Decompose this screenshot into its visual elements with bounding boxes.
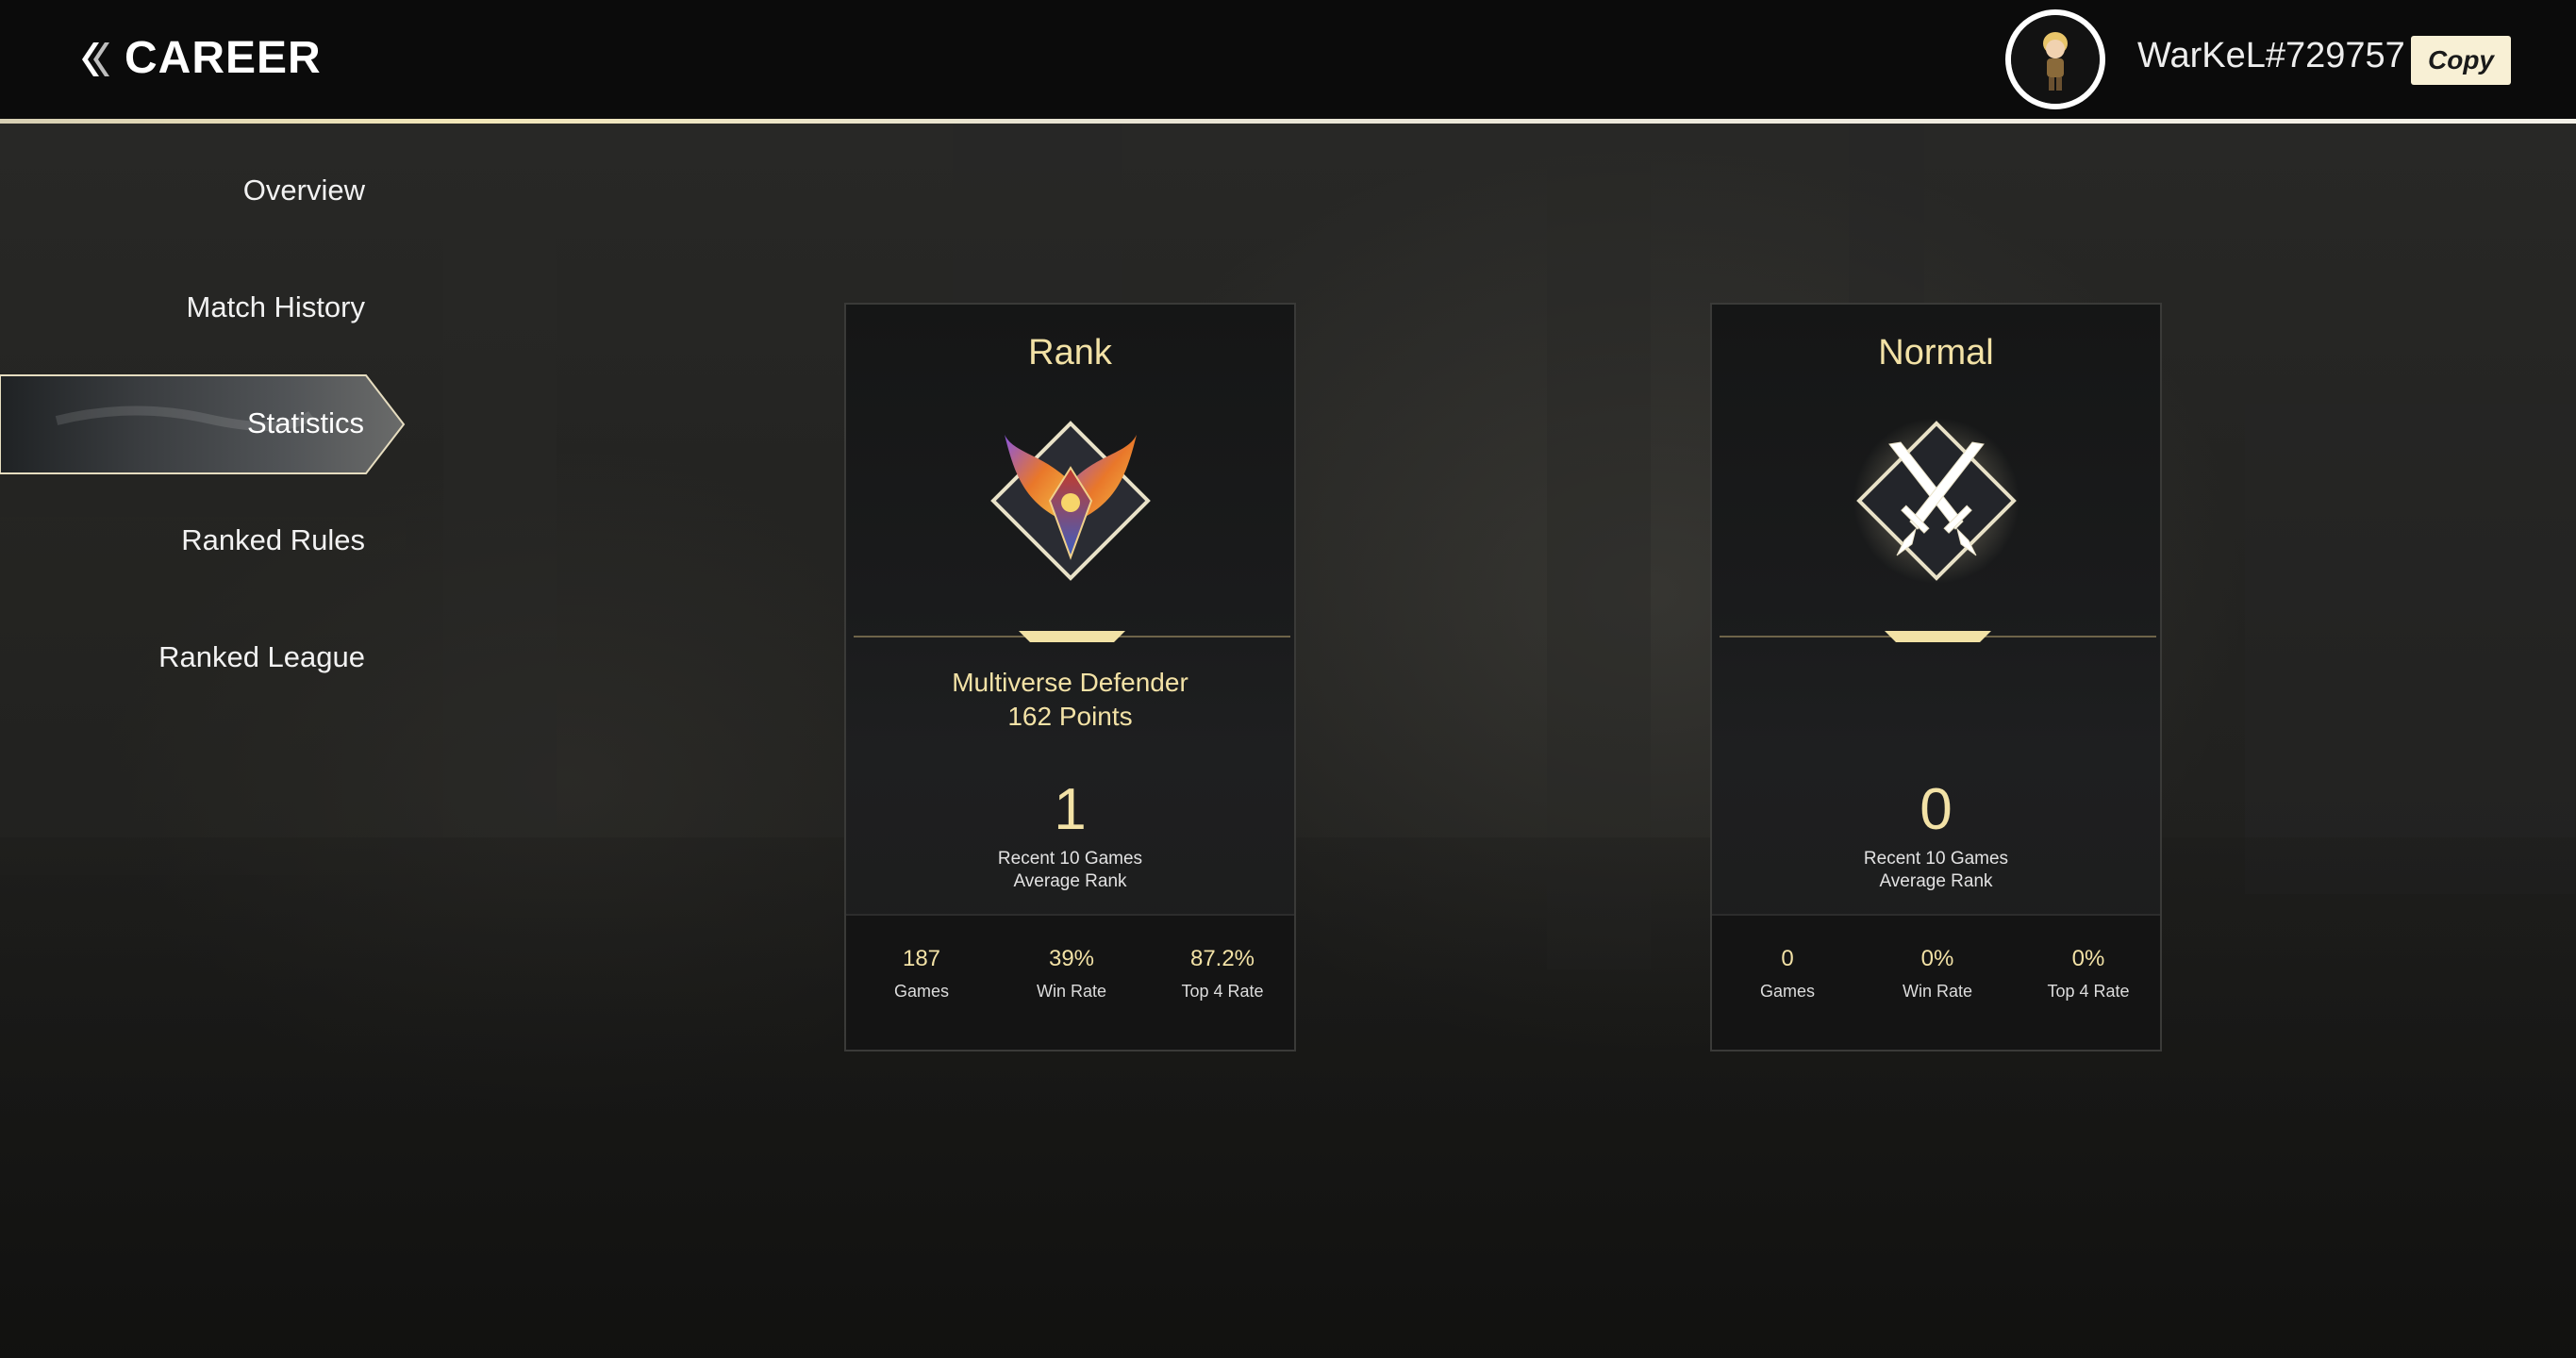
- card-title: Rank: [1028, 333, 1112, 373]
- rank-points: 162 Points: [1007, 702, 1133, 731]
- stat-top4-rate: 0% Top 4 Rate: [2013, 946, 2164, 1002]
- back-button[interactable]: [70, 38, 113, 81]
- sidebar-item-ranked-rules[interactable]: Ranked Rules: [181, 523, 365, 580]
- stat-value: 0: [1781, 946, 1794, 971]
- average-rank-label-line1: Recent 10 Games: [1863, 849, 2009, 869]
- double-chevron-left-icon: [82, 42, 109, 76]
- stat-label: Games: [1759, 982, 1816, 1001]
- sidebar-item-ranked-league[interactable]: Ranked League: [158, 640, 365, 697]
- stat-games: 0 Games: [1712, 946, 1863, 1002]
- player-avatar-icon: [2011, 15, 2100, 104]
- rank-tier-name: Multiverse Defender: [952, 668, 1188, 697]
- stats-row: 0 Games 0% Win Rate 0% Top 4 Rate: [1712, 914, 2160, 1050]
- stat-label: Win Rate: [1036, 982, 1107, 1001]
- normal-card[interactable]: Normal 0 Recent 10 Games Average Rank 0: [1710, 303, 2162, 1052]
- stat-value: 0%: [1920, 946, 1954, 971]
- stat-value: 39%: [1048, 946, 1095, 971]
- stat-win-rate: 39% Win Rate: [996, 946, 1147, 1002]
- stat-label: Top 4 Rate: [2047, 982, 2130, 1001]
- rank-tier: Multiverse Defender 162 Points: [846, 666, 1294, 734]
- average-rank-label: Recent 10 Games Average Rank: [846, 848, 1294, 893]
- stat-label: Win Rate: [1902, 982, 1973, 1001]
- page-title: CAREER: [125, 33, 322, 83]
- card-divider: [854, 631, 1290, 642]
- card-divider: [1720, 631, 2156, 642]
- copy-button[interactable]: Copy: [2411, 36, 2511, 85]
- stat-top4-rate: 87.2% Top 4 Rate: [1147, 946, 1298, 1002]
- sidebar-item-overview[interactable]: Overview: [243, 174, 365, 230]
- crossed-swords-icon: [1853, 418, 2019, 584]
- average-rank-value: 1: [1054, 777, 1087, 842]
- average-rank-label: Recent 10 Games Average Rank: [1712, 848, 2160, 893]
- player-id: WarKeL#729757: [2137, 36, 2405, 75]
- stat-label: Top 4 Rate: [1181, 982, 1264, 1001]
- top-bar: CAREER WarKeL#729757 Copy: [0, 0, 2576, 119]
- stats-row: 187 Games 39% Win Rate 87.2% Top 4 Rate: [846, 914, 1294, 1050]
- stat-win-rate: 0% Win Rate: [1862, 946, 2013, 1002]
- rank-card[interactable]: Rank Multiverse Defender 162 Points 1 Re…: [844, 303, 1296, 1052]
- stat-value: 187: [902, 946, 941, 971]
- average-rank-label-line2: Average Rank: [1013, 871, 1127, 891]
- sidebar-item-label: Statistics: [246, 406, 364, 439]
- stat-value: 87.2%: [1189, 946, 1255, 971]
- stat-value: 0%: [2071, 946, 2105, 971]
- phoenix-rank-emblem-icon: [989, 421, 1151, 581]
- stat-label: Games: [893, 982, 950, 1001]
- header-divider: [0, 119, 2576, 124]
- avatar[interactable]: [2005, 9, 2105, 109]
- average-rank-label-line2: Average Rank: [1879, 871, 1993, 891]
- average-rank-label-line1: Recent 10 Games: [997, 849, 1143, 869]
- sidebar-item-match-history[interactable]: Match History: [187, 290, 365, 347]
- average-rank-value: 0: [1920, 777, 1953, 842]
- sidebar-item-statistics[interactable]: Statistics: [0, 373, 406, 475]
- stat-games: 187 Games: [846, 946, 997, 1002]
- card-title: Normal: [1878, 333, 1994, 373]
